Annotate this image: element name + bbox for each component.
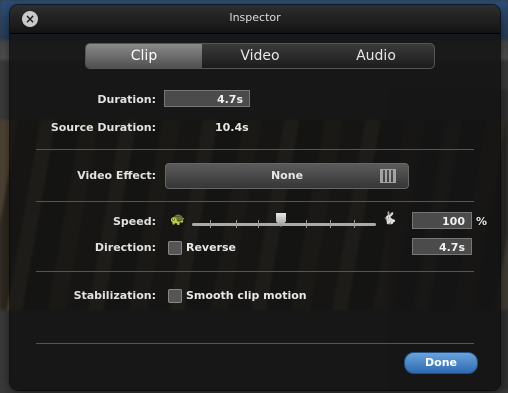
tab-bar: Clip Video Audio (85, 43, 435, 69)
direction-label: Direction: (94, 241, 156, 254)
speed-unit: % (476, 215, 488, 228)
duration-field[interactable]: 4.7s (164, 90, 250, 107)
slider-tick (354, 220, 355, 228)
speed-field[interactable]: 100 (412, 212, 472, 229)
reverse-checkbox[interactable] (168, 241, 182, 255)
direction-duration-field[interactable]: 4.7s (412, 238, 472, 255)
slider-tick (330, 220, 331, 228)
tab-audio[interactable]: Audio (318, 44, 434, 68)
video-effect-dropdown[interactable]: None (165, 163, 409, 189)
effects-grid-icon (380, 169, 396, 183)
video-effect-label: Video Effect: (77, 169, 156, 182)
rabbit-icon: 🐇 (382, 211, 397, 225)
smooth-clip-checkbox[interactable] (168, 289, 182, 303)
video-effect-value: None (270, 169, 304, 182)
title-bar: × Inspector (10, 5, 500, 34)
duration-label: Duration: (97, 93, 156, 106)
speed-label: Speed: (113, 215, 156, 228)
inspector-panel: × Inspector Clip Video Audio Duration: 4… (10, 5, 500, 390)
smooth-clip-label: Smooth clip motion (186, 289, 307, 302)
stabilization-label: Stabilization: (73, 289, 156, 302)
tab-clip[interactable]: Clip (86, 44, 202, 68)
divider (36, 271, 474, 272)
source-duration-value: 10.4s (215, 121, 249, 134)
reverse-label: Reverse (186, 241, 236, 254)
divider (36, 201, 474, 202)
slider-tick (210, 220, 211, 228)
done-button[interactable]: Done (404, 352, 478, 374)
slider-tick (258, 220, 259, 228)
divider (36, 149, 474, 150)
tab-video[interactable]: Video (202, 44, 318, 68)
turtle-icon: 🐢 (170, 212, 185, 226)
source-duration-label: Source Duration: (50, 121, 156, 134)
divider (36, 343, 474, 344)
window-title: Inspector (229, 11, 281, 24)
slider-tick (236, 220, 237, 228)
slider-tick (306, 220, 307, 228)
